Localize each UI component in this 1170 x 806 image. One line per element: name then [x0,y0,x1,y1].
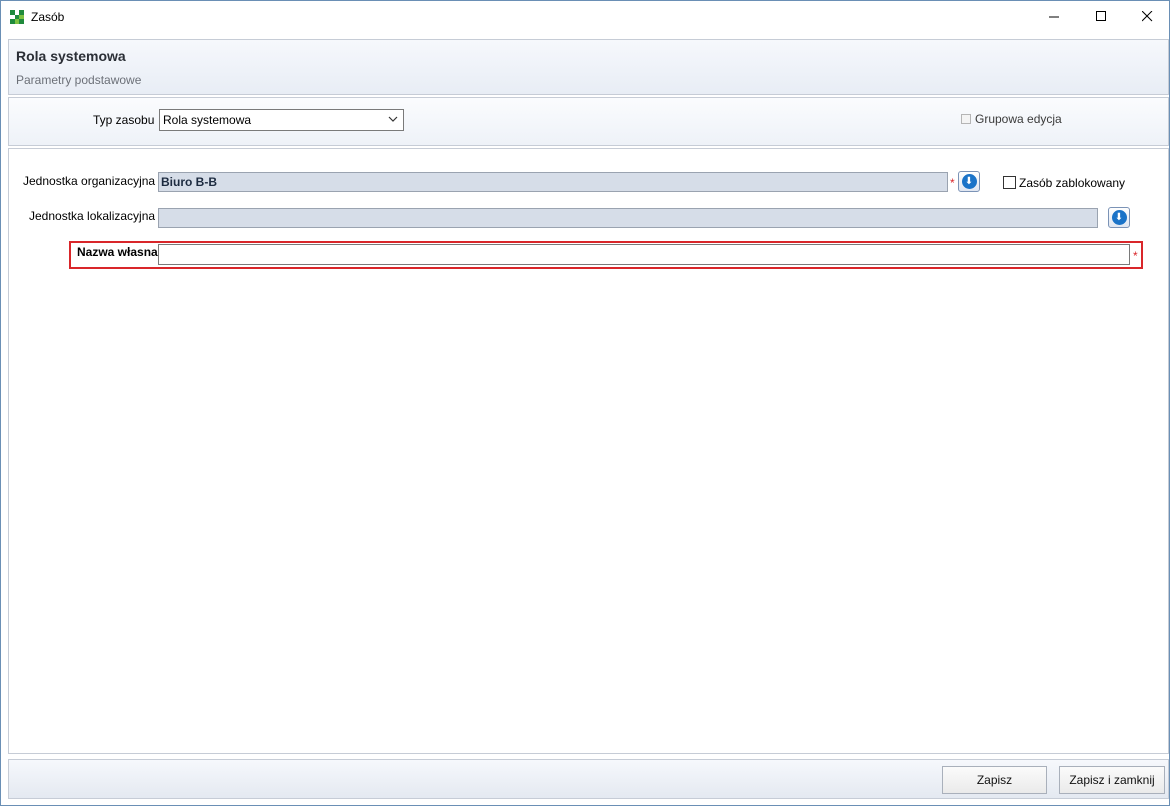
org-unit-required-mark: * [950,176,955,190]
arrow-down-icon: ⬇ [1111,210,1127,225]
footer-bar: Zapisz Zapisz i zamknij [8,759,1169,799]
page-subtitle: Parametry podstawowe [16,73,142,87]
save-button[interactable]: Zapisz [942,766,1047,794]
type-select-value: Rola systemowa [163,113,252,127]
app-window: Zasób Rola systemowa Parametry podstawow… [0,0,1170,806]
chevron-down-icon [388,112,398,129]
close-icon [1141,11,1152,22]
type-select[interactable]: Rola systemowa [159,109,404,131]
form-panel: Jednostka organizacyjna Biuro B-B * ⬇ Za… [8,148,1169,754]
name-label: Nazwa własna [77,245,158,259]
locked-checkbox[interactable] [1003,176,1016,189]
group-edit-label: Grupowa edycja [975,112,1062,126]
location-unit-lookup-button[interactable]: ⬇ [1108,207,1130,228]
arrow-down-icon: ⬇ [961,174,977,189]
org-unit-lookup-button[interactable]: ⬇ [958,171,980,192]
app-logo-icon [10,10,24,24]
org-unit-label: Jednostka organizacyjna [23,174,156,188]
name-required-mark: * [1133,249,1138,263]
close-button[interactable] [1124,1,1170,32]
page-title: Rola systemowa [16,48,126,64]
group-edit-checkbox[interactable] [961,114,971,124]
name-input[interactable] [158,244,1130,265]
location-unit-field[interactable] [158,208,1098,228]
minimize-icon [1048,16,1059,18]
org-unit-field[interactable]: Biuro B-B [158,172,948,192]
location-unit-label: Jednostka lokalizacyjna [29,209,156,223]
type-panel: Typ zasobu Rola systemowa Grupowa edycja [8,97,1169,146]
window-title: Zasób [31,10,65,24]
title-bar: Zasób [1,1,1169,32]
locked-label: Zasób zablokowany [1019,176,1126,190]
minimize-button[interactable] [1031,1,1077,32]
maximize-icon [1095,11,1106,21]
maximize-button[interactable] [1078,1,1124,32]
save-close-button[interactable]: Zapisz i zamknij [1059,766,1165,794]
header-panel: Rola systemowa Parametry podstawowe [8,39,1169,95]
type-label: Typ zasobu [93,113,155,127]
